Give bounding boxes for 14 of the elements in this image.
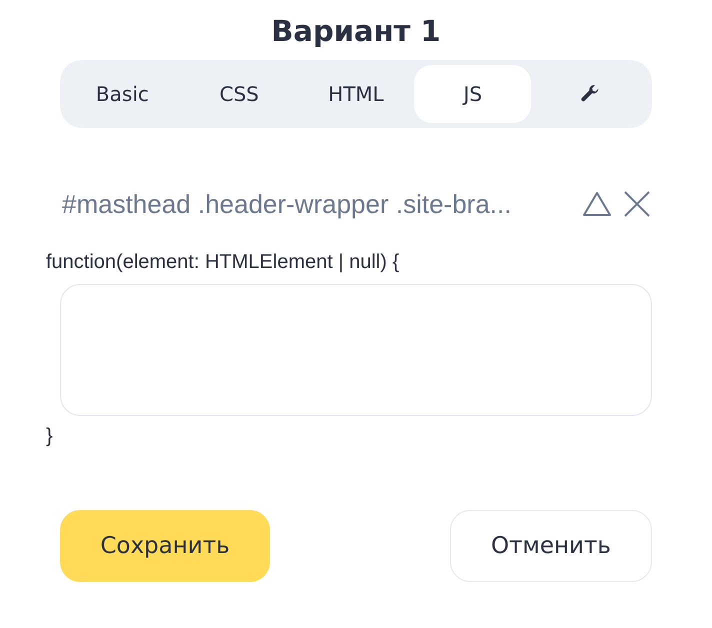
tab[interactable]: Basic — [64, 65, 181, 123]
triangle-button[interactable] — [582, 189, 612, 219]
triangle-icon — [582, 189, 612, 219]
tab[interactable]: CSS — [180, 65, 298, 123]
tab[interactable]: JS — [414, 65, 532, 123]
code-text: } — [46, 424, 54, 448]
code-text: function(element: HTMLElement | null) { — [46, 250, 400, 274]
close-icon — [622, 189, 652, 219]
save-button[interactable]: Сохранить — [60, 510, 270, 582]
selector-text: #masthead .header-wrapper .site-bra... — [62, 188, 512, 220]
tab[interactable]: HTML — [298, 65, 414, 123]
cancel-button[interactable]: Отменить — [450, 510, 652, 582]
close-button[interactable] — [622, 189, 652, 219]
dialog-title: Вариант 1 — [271, 13, 441, 50]
